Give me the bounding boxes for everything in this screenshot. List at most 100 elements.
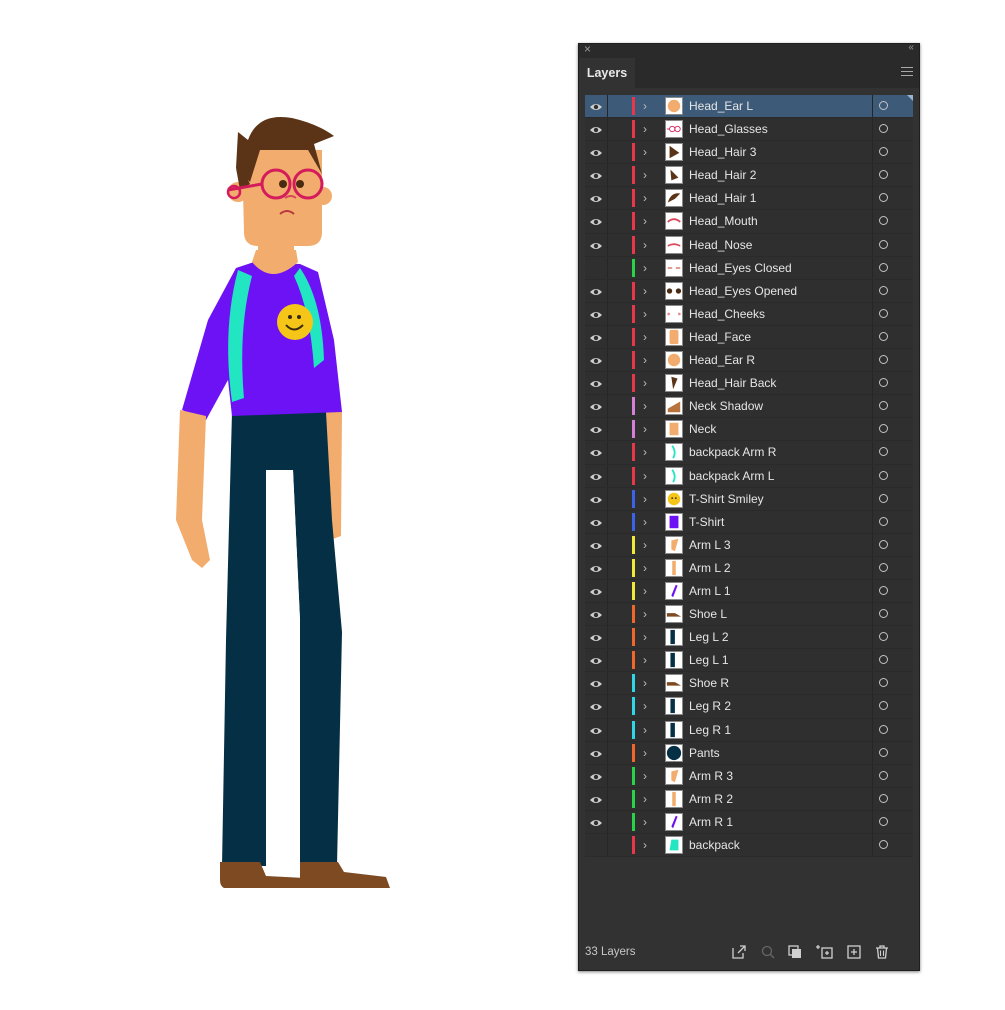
collapse-icon[interactable]: ‹‹ <box>908 42 914 53</box>
layer-row[interactable]: › Arm R 3 <box>585 764 913 788</box>
chevron-right-icon[interactable]: › <box>643 653 647 667</box>
layer-name[interactable]: Head_Face <box>689 326 751 348</box>
layer-name[interactable]: Head_Ear R <box>689 349 755 371</box>
chevron-right-icon[interactable]: › <box>643 353 647 367</box>
layer-row[interactable]: › Arm R 1 <box>585 810 913 834</box>
chevron-right-icon[interactable]: › <box>643 284 647 298</box>
eye-icon[interactable] <box>589 146 603 158</box>
target-circle-icon[interactable] <box>879 170 888 180</box>
layer-row[interactable]: › Shoe L <box>585 603 913 627</box>
layer-row[interactable]: › Neck <box>585 418 913 442</box>
eye-icon[interactable] <box>589 724 603 736</box>
layer-name[interactable]: Head_Hair 2 <box>689 164 756 186</box>
eye-icon[interactable] <box>589 562 603 574</box>
chevron-right-icon[interactable]: › <box>643 99 647 113</box>
eye-icon[interactable] <box>589 446 603 458</box>
layer-name[interactable]: Head_Mouth <box>689 210 758 232</box>
layer-row[interactable]: › Head_Eyes Opened <box>585 279 913 303</box>
layer-name[interactable]: Neck Shadow <box>689 395 763 417</box>
layer-name[interactable]: Shoe L <box>689 603 727 625</box>
export-icon[interactable] <box>731 944 747 960</box>
layer-row[interactable]: › Arm R 2 <box>585 787 913 811</box>
panel-menu-icon[interactable] <box>901 67 913 77</box>
chevron-right-icon[interactable]: › <box>643 376 647 390</box>
layer-name[interactable]: Pants <box>689 742 720 764</box>
target-circle-icon[interactable] <box>879 609 888 619</box>
chevron-right-icon[interactable]: › <box>643 515 647 529</box>
target-circle-icon[interactable] <box>879 355 888 365</box>
layer-row[interactable]: › Head_Eyes Closed <box>585 256 913 280</box>
eye-icon[interactable] <box>589 770 603 782</box>
chevron-right-icon[interactable]: › <box>643 607 647 621</box>
layer-row[interactable]: › Shoe R <box>585 672 913 696</box>
chevron-right-icon[interactable]: › <box>643 330 647 344</box>
layer-name[interactable]: backpack <box>689 834 740 856</box>
layer-name[interactable]: Arm L 2 <box>689 557 731 579</box>
layer-name[interactable]: Leg R 1 <box>689 719 731 741</box>
eye-icon[interactable] <box>589 192 603 204</box>
layer-name[interactable]: T-Shirt Smiley <box>689 488 764 510</box>
layer-row[interactable]: › Arm L 3 <box>585 533 913 557</box>
chevron-right-icon[interactable]: › <box>643 492 647 506</box>
layer-row[interactable]: › Head_Mouth <box>585 210 913 234</box>
eye-icon[interactable] <box>589 377 603 389</box>
chevron-right-icon[interactable]: › <box>643 307 647 321</box>
eye-icon[interactable] <box>589 285 603 297</box>
layer-name[interactable]: Head_Eyes Opened <box>689 280 797 302</box>
layer-name[interactable]: Arm R 2 <box>689 788 733 810</box>
target-circle-icon[interactable] <box>879 401 888 411</box>
layer-row[interactable]: › Head_Ear R <box>585 349 913 373</box>
layer-name[interactable]: Head_Nose <box>689 234 752 256</box>
eye-icon[interactable] <box>589 585 603 597</box>
layer-name[interactable]: Head_Hair Back <box>689 372 776 394</box>
layer-name[interactable]: Head_Glasses <box>689 118 768 140</box>
layer-name[interactable]: Shoe R <box>689 672 729 694</box>
chevron-right-icon[interactable]: › <box>643 469 647 483</box>
eye-icon[interactable] <box>589 331 603 343</box>
layer-name[interactable]: Leg L 1 <box>689 649 729 671</box>
layer-name[interactable]: Arm R 3 <box>689 765 733 787</box>
chevron-right-icon[interactable]: › <box>643 561 647 575</box>
target-circle-icon[interactable] <box>879 816 888 826</box>
layer-row[interactable]: › backpack <box>585 834 913 858</box>
layer-row[interactable]: › Head_Hair Back <box>585 372 913 396</box>
layer-name[interactable]: Head_Ear L <box>689 95 753 117</box>
layer-row[interactable]: › Head_Nose <box>585 233 913 257</box>
chevron-right-icon[interactable]: › <box>643 815 647 829</box>
chevron-right-icon[interactable]: › <box>643 676 647 690</box>
layer-name[interactable]: backpack Arm R <box>689 441 776 463</box>
eye-icon[interactable] <box>589 700 603 712</box>
layer-row[interactable]: › Arm L 2 <box>585 556 913 580</box>
chevron-right-icon[interactable]: › <box>643 399 647 413</box>
eye-icon[interactable] <box>589 608 603 620</box>
target-circle-icon[interactable] <box>879 193 888 203</box>
chevron-right-icon[interactable]: › <box>643 168 647 182</box>
eye-icon[interactable] <box>589 793 603 805</box>
target-circle-icon[interactable] <box>879 216 888 226</box>
target-circle-icon[interactable] <box>879 539 888 549</box>
chevron-right-icon[interactable]: › <box>643 630 647 644</box>
target-circle-icon[interactable] <box>879 493 888 503</box>
eye-icon[interactable] <box>589 400 603 412</box>
target-circle-icon[interactable] <box>879 239 888 249</box>
target-circle-icon[interactable] <box>879 147 888 157</box>
eye-icon[interactable] <box>589 654 603 666</box>
layer-row[interactable]: › Pants <box>585 741 913 765</box>
target-circle-icon[interactable] <box>879 655 888 665</box>
chevron-right-icon[interactable]: › <box>643 261 647 275</box>
eye-icon[interactable] <box>589 215 603 227</box>
chevron-right-icon[interactable]: › <box>643 723 647 737</box>
eye-icon[interactable] <box>589 677 603 689</box>
layer-row[interactable]: › backpack Arm R <box>585 441 913 465</box>
layer-row[interactable]: › T-Shirt <box>585 510 913 534</box>
layer-row[interactable]: › Head_Hair 3 <box>585 141 913 165</box>
layer-name[interactable]: backpack Arm L <box>689 465 774 487</box>
chevron-right-icon[interactable]: › <box>643 122 647 136</box>
layer-row[interactable]: › Head_Face <box>585 325 913 350</box>
target-circle-icon[interactable] <box>879 285 888 295</box>
chevron-right-icon[interactable]: › <box>643 422 647 436</box>
target-circle-icon[interactable] <box>879 101 888 110</box>
chevron-right-icon[interactable]: › <box>643 792 647 806</box>
chevron-right-icon[interactable]: › <box>643 769 647 783</box>
eye-icon[interactable] <box>589 262 603 274</box>
